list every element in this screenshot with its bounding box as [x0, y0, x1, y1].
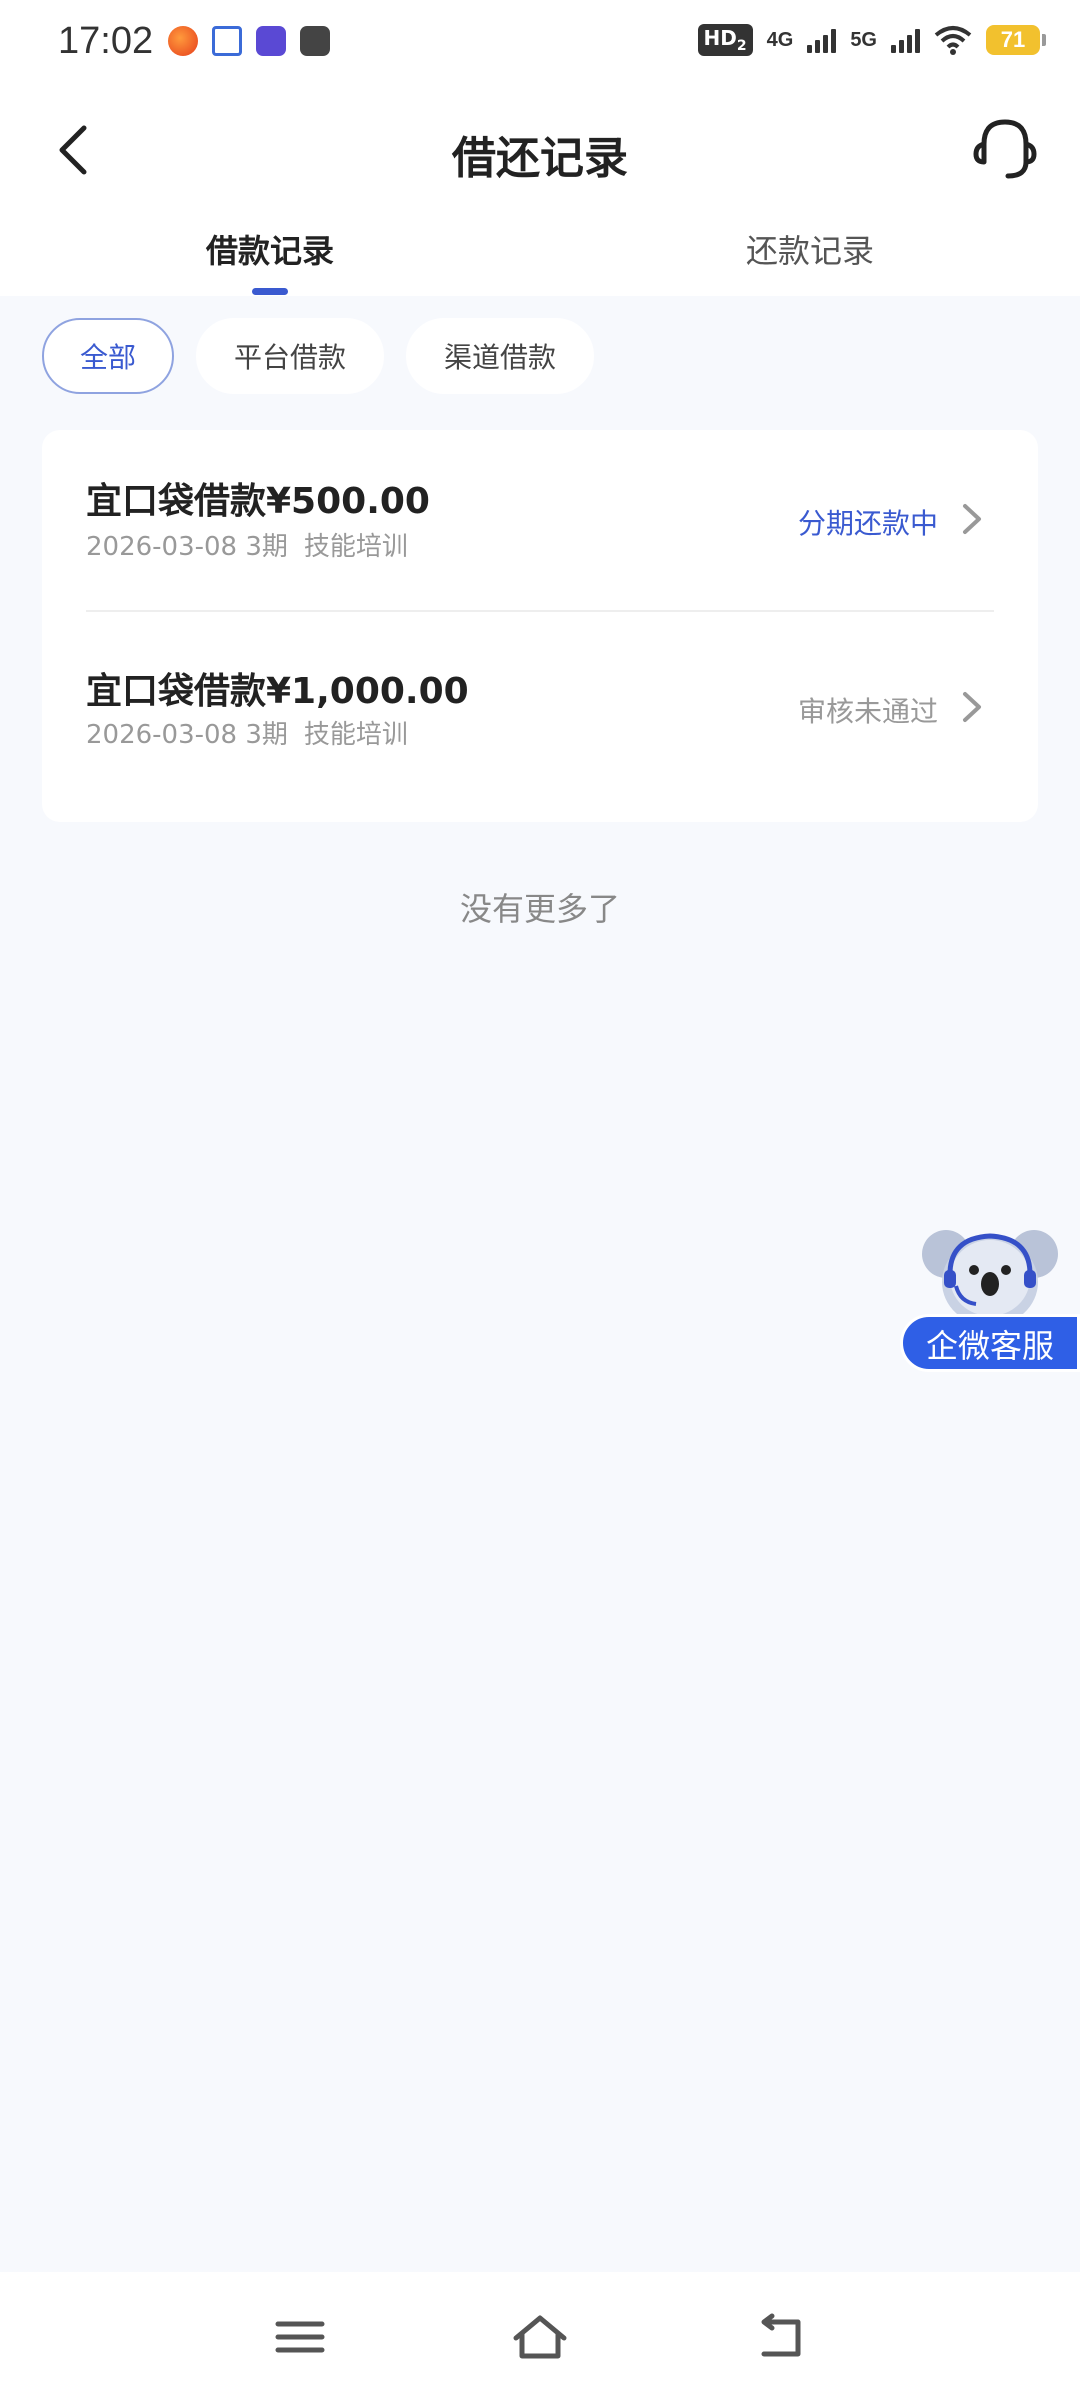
- loan-status: 审核未通过: [797, 695, 938, 728]
- screen: 17:02 HD2 4G 5G 71 借还记录 借款记录 还款记录 全部 平台借…: [0, 0, 1080, 2400]
- filter-chips: 全部 平台借款 渠道借款: [42, 318, 595, 394]
- hd-label: HD: [703, 26, 737, 50]
- status-bar: 17:02 HD2 4G 5G 71: [0, 0, 1080, 84]
- loan-status: 分期还款中: [797, 507, 938, 540]
- loan-title: 宜口袋借款¥500.00: [86, 481, 430, 522]
- loan-purpose: 技能培训: [303, 720, 408, 750]
- status-indicators: HD2 4G 5G 71: [697, 24, 1046, 56]
- network-4g-label: 4G: [766, 28, 794, 51]
- tab-borrow-records[interactable]: 借款记录: [120, 226, 420, 272]
- filter-platform-loan[interactable]: 平台借款: [196, 318, 385, 394]
- nav-menu-button[interactable]: [270, 2312, 330, 2362]
- weibo-icon: [168, 26, 198, 56]
- list-end-text: 没有更多了: [459, 890, 620, 928]
- wecom-service-button[interactable]: 企微客服: [900, 1220, 1080, 1372]
- page-title: 借还记录: [452, 133, 628, 184]
- filter-channel-loan[interactable]: 渠道借款: [406, 318, 595, 394]
- vivo-icon: [300, 26, 330, 56]
- record-tabs: 借款记录 还款记录: [0, 214, 1080, 296]
- loan-list: 宜口袋借款¥500.00 2026-03-08 3期 技能培训 分期还款中 宜口袋…: [42, 430, 1038, 822]
- loan-term: 3期: [245, 532, 288, 562]
- home-icon: [513, 2315, 567, 2359]
- loan-date: 2026-03-08: [86, 720, 238, 750]
- wifi-icon: [934, 26, 972, 55]
- customer-support-button[interactable]: [970, 114, 1040, 184]
- notification-icons: [168, 26, 330, 56]
- battery-icon: 71: [986, 25, 1046, 55]
- header: 借还记录: [0, 84, 1080, 214]
- loan-term: 3期: [245, 720, 288, 750]
- loan-date: 2026-03-08: [86, 532, 238, 562]
- loan-record-item[interactable]: 宜口袋借款¥500.00 2026-03-08 3期 技能培训 分期还款中: [42, 430, 1038, 626]
- loan-purpose: 技能培训: [303, 532, 408, 562]
- filter-all[interactable]: 全部: [42, 318, 175, 394]
- loan-details: 2026-03-08 3期 技能培训: [86, 714, 408, 751]
- active-tab-indicator: [252, 288, 288, 295]
- divider: [86, 610, 994, 612]
- tab-repay-records[interactable]: 还款记录: [660, 226, 960, 272]
- nav-home-button[interactable]: [510, 2312, 570, 2362]
- back-icon: [761, 2313, 801, 2357]
- status-time: 17:02: [58, 20, 154, 62]
- headset-icon: [973, 119, 1037, 179]
- nav-back-button[interactable]: [752, 2312, 812, 2362]
- chevron-right-icon: [963, 692, 981, 722]
- system-nav-bar: [0, 2272, 1080, 2400]
- hd-sub-label: 2: [736, 38, 747, 54]
- loan-details: 2026-03-08 3期 技能培训: [86, 526, 408, 563]
- hd-voice-badge: HD2: [697, 24, 753, 56]
- chevron-right-icon: [963, 504, 981, 534]
- tieba-icon: [256, 26, 286, 56]
- email-icon: [212, 26, 242, 56]
- menu-icon: [275, 2321, 325, 2353]
- loan-record-item[interactable]: 宜口袋借款¥1,000.00 2026-03-08 3期 技能培训 审核未通过: [42, 626, 1038, 822]
- loan-title: 宜口袋借款¥1,000.00: [86, 671, 469, 712]
- signal-4g-icon: [807, 27, 837, 53]
- network-5g-label: 5G: [850, 28, 877, 51]
- wecom-service-label: 企微客服: [900, 1314, 1080, 1372]
- signal-5g-icon: [891, 27, 920, 53]
